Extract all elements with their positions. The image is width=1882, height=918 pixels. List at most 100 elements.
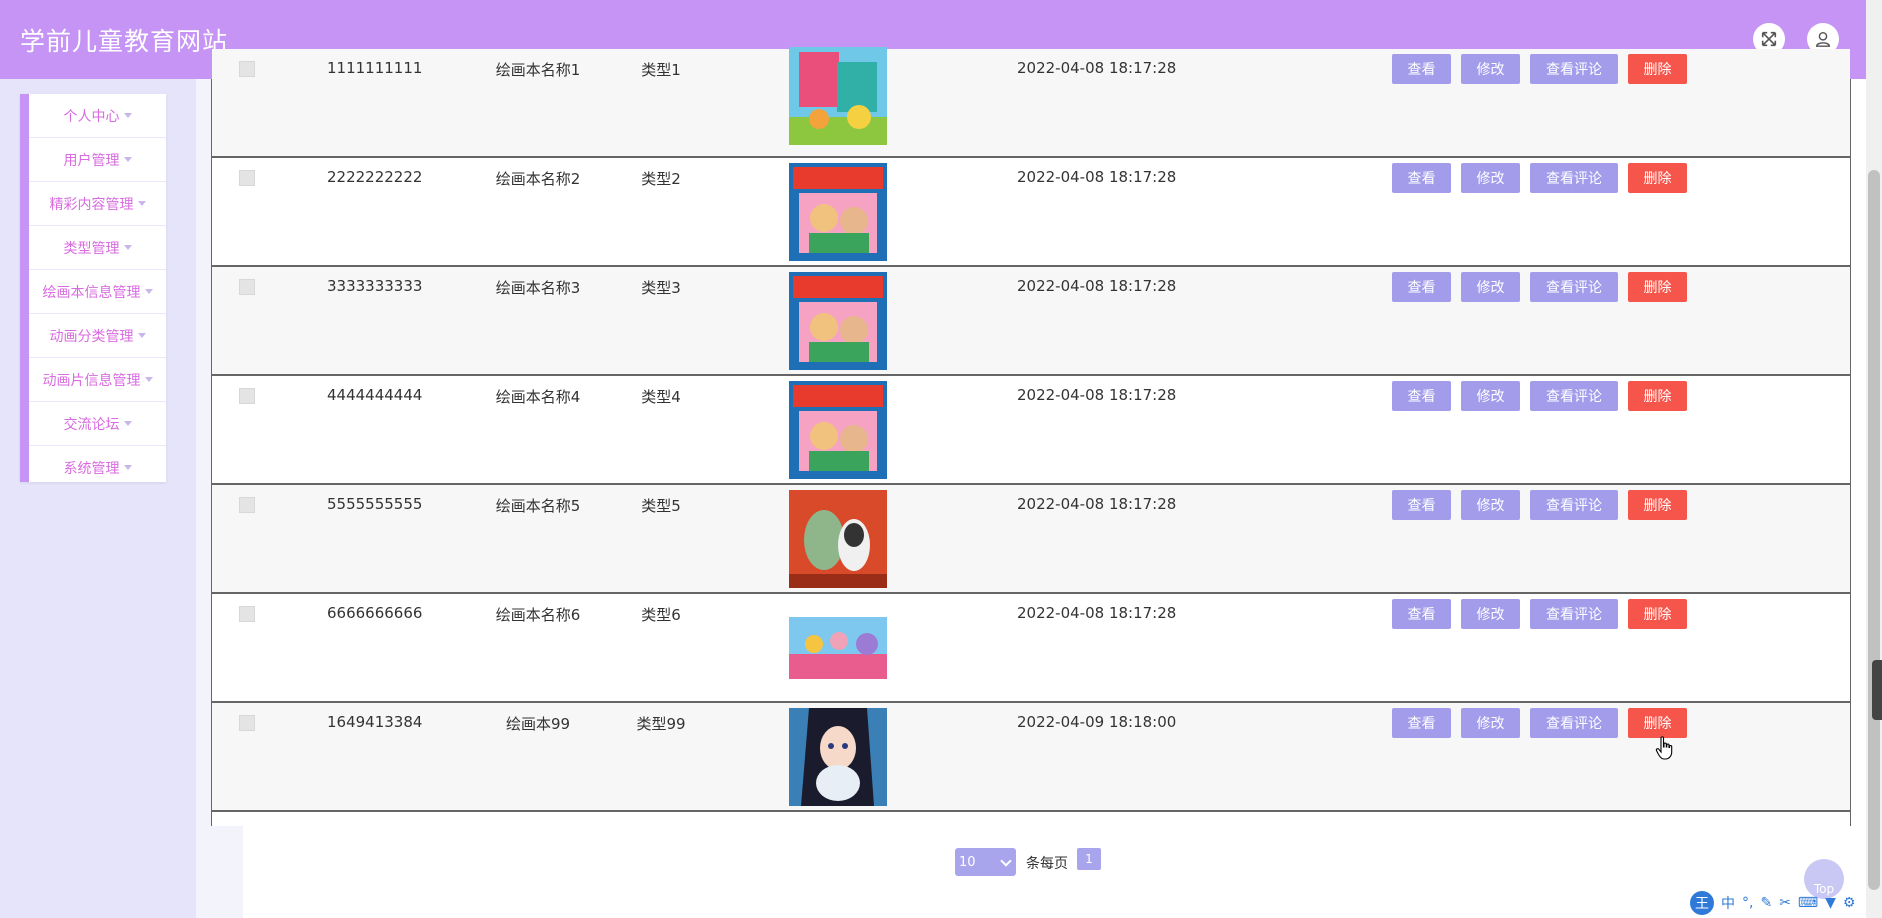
delete-button[interactable]: 删除 bbox=[1628, 272, 1687, 302]
row-checkbox[interactable] bbox=[239, 606, 255, 622]
sidebar-item-animation-category[interactable]: 动画分类管理 bbox=[29, 314, 166, 358]
sidebar-item-drawing-book-management[interactable]: 绘画本信息管理 bbox=[29, 270, 166, 314]
view-comments-button[interactable]: 查看评论 bbox=[1530, 54, 1618, 84]
table-row: 6666666666 绘画本名称6 类型6 2022-04-08 18:17:28 查看… bbox=[212, 594, 1850, 703]
keyboard-icon[interactable]: ⌨ bbox=[1798, 895, 1818, 911]
view-comments-button[interactable]: 查看评论 bbox=[1530, 163, 1618, 193]
row-name: 绘画本名称2 bbox=[495, 170, 581, 188]
settings-icon[interactable]: ⚙ bbox=[1843, 895, 1856, 911]
page-number-button[interactable]: 1 bbox=[1077, 848, 1101, 870]
view-comments-button[interactable]: 查看评论 bbox=[1530, 708, 1618, 738]
row-time: 2022-04-09 18:18:00 bbox=[1017, 713, 1177, 731]
side-widget-handle[interactable] bbox=[1872, 660, 1882, 720]
edit-button[interactable]: 修改 bbox=[1461, 599, 1520, 629]
edit-button[interactable]: 修改 bbox=[1461, 490, 1520, 520]
row-type: 类型5 bbox=[641, 497, 681, 515]
scissors-icon[interactable]: ✂ bbox=[1779, 895, 1791, 911]
row-name: 绘画本99 bbox=[505, 715, 571, 733]
row-type: 类型99 bbox=[636, 715, 686, 733]
sidebar-item-user-management[interactable]: 用户管理 bbox=[29, 138, 166, 182]
row-time: 2022-04-08 18:17:28 bbox=[1017, 495, 1177, 513]
page-size-select[interactable]: 10 bbox=[955, 848, 1016, 876]
ime-language-toggle[interactable]: 中 bbox=[1721, 893, 1735, 913]
sidebar-item-content-management[interactable]: 精彩内容管理 bbox=[29, 182, 166, 226]
view-button[interactable]: 查看 bbox=[1392, 490, 1451, 520]
edit-button[interactable]: 修改 bbox=[1461, 54, 1520, 84]
row-name: 绘画本名称1 bbox=[495, 61, 581, 79]
cover-thumbnail bbox=[789, 490, 887, 588]
delete-button[interactable]: 删除 bbox=[1628, 54, 1687, 84]
view-comments-button[interactable]: 查看评论 bbox=[1530, 381, 1618, 411]
row-type: 类型6 bbox=[641, 606, 681, 624]
edit-button[interactable]: 修改 bbox=[1461, 381, 1520, 411]
row-checkbox[interactable] bbox=[239, 715, 255, 731]
edit-button[interactable]: 修改 bbox=[1461, 708, 1520, 738]
view-button[interactable]: 查看 bbox=[1392, 599, 1451, 629]
row-name: 绘画本名称4 bbox=[495, 388, 581, 406]
caret-down-icon bbox=[123, 245, 132, 250]
ime-toolbar[interactable]: 王 中 °, ✎ ✂ ⌨ ▼ ⚙ bbox=[1690, 890, 1880, 916]
row-name: 绘画本名称6 bbox=[495, 606, 581, 624]
row-name: 绘画本名称3 bbox=[495, 279, 581, 297]
caret-down-icon bbox=[123, 465, 132, 470]
caret-down-icon bbox=[144, 289, 153, 294]
row-checkbox[interactable] bbox=[239, 497, 255, 513]
page-size-value: 10 bbox=[959, 854, 976, 870]
cover-thumbnail bbox=[789, 272, 887, 370]
table-row: 1649413384 绘画本99 类型99 2022-04-09 18:18:00 查看… bbox=[212, 703, 1850, 812]
edit-button[interactable]: 修改 bbox=[1461, 163, 1520, 193]
view-button[interactable]: 查看 bbox=[1392, 54, 1451, 84]
table-row: 3333333333 绘画本名称3 类型3 2022-04-08 18:17:28 查看… bbox=[212, 267, 1850, 376]
row-id: 3333333333 bbox=[327, 277, 423, 295]
scrollbar-thumb[interactable] bbox=[1868, 170, 1880, 890]
delete-button[interactable]: 删除 bbox=[1628, 708, 1687, 738]
sidebar-item-forum[interactable]: 交流论坛 bbox=[29, 402, 166, 446]
sidebar-item-personal-center[interactable]: 个人中心 bbox=[29, 94, 166, 138]
caret-down-icon bbox=[123, 421, 132, 426]
edit-button[interactable]: 修改 bbox=[1461, 272, 1520, 302]
table-row: 4444444444 绘画本名称4 类型4 2022-04-08 18:17:28 查看… bbox=[212, 376, 1850, 485]
row-time: 2022-04-08 18:17:28 bbox=[1017, 168, 1177, 186]
sidebar-item-animation-info[interactable]: 动画片信息管理 bbox=[29, 358, 166, 402]
view-comments-button[interactable]: 查看评论 bbox=[1530, 599, 1618, 629]
view-comments-button[interactable]: 查看评论 bbox=[1530, 272, 1618, 302]
delete-button[interactable]: 删除 bbox=[1628, 163, 1687, 193]
row-time: 2022-04-08 18:17:28 bbox=[1017, 277, 1177, 295]
view-comments-button[interactable]: 查看评论 bbox=[1530, 490, 1618, 520]
row-checkbox[interactable] bbox=[239, 279, 255, 295]
delete-button[interactable]: 删除 bbox=[1628, 381, 1687, 411]
row-checkbox[interactable] bbox=[239, 170, 255, 186]
per-page-label: 条每页 bbox=[1026, 856, 1068, 872]
view-button[interactable]: 查看 bbox=[1392, 272, 1451, 302]
row-checkbox[interactable] bbox=[239, 388, 255, 404]
row-id: 1649413384 bbox=[327, 713, 423, 731]
chevron-down-icon bbox=[1000, 855, 1012, 867]
cover-thumbnail bbox=[789, 163, 887, 261]
view-button[interactable]: 查看 bbox=[1392, 381, 1451, 411]
row-checkbox[interactable] bbox=[239, 61, 255, 77]
row-type: 类型4 bbox=[641, 388, 681, 406]
row-type: 类型2 bbox=[641, 170, 681, 188]
delete-button[interactable]: 删除 bbox=[1628, 599, 1687, 629]
ime-logo-icon[interactable]: 王 bbox=[1690, 891, 1714, 915]
caret-down-icon bbox=[123, 157, 132, 162]
row-id: 6666666666 bbox=[327, 604, 423, 622]
pen-icon[interactable]: ✎ bbox=[1760, 895, 1772, 911]
row-name: 绘画本名称5 bbox=[495, 497, 581, 515]
table-row: 1111111111 绘画本名称1 类型1 2022-04-08 18:17:28 查看… bbox=[212, 47, 1850, 158]
row-time: 2022-04-08 18:17:28 bbox=[1017, 59, 1177, 77]
skin-icon[interactable]: ▼ bbox=[1825, 895, 1836, 911]
view-button[interactable]: 查看 bbox=[1392, 163, 1451, 193]
sidebar-item-system-management[interactable]: 系统管理 bbox=[29, 446, 166, 489]
punctuation-icon[interactable]: °, bbox=[1742, 895, 1753, 911]
caret-down-icon bbox=[137, 201, 146, 206]
row-id: 2222222222 bbox=[327, 168, 423, 186]
view-button[interactable]: 查看 bbox=[1392, 708, 1451, 738]
delete-button[interactable]: 删除 bbox=[1628, 490, 1687, 520]
expand-icon bbox=[1761, 31, 1777, 47]
page-scrollbar[interactable] bbox=[1866, 0, 1882, 918]
row-type: 类型3 bbox=[641, 279, 681, 297]
sidebar-menu: 个人中心 用户管理 精彩内容管理 类型管理 绘画本信息管理 动画分类管理 动画片… bbox=[20, 94, 166, 482]
sidebar-item-type-management[interactable]: 类型管理 bbox=[29, 226, 166, 270]
user-icon bbox=[1815, 31, 1831, 47]
